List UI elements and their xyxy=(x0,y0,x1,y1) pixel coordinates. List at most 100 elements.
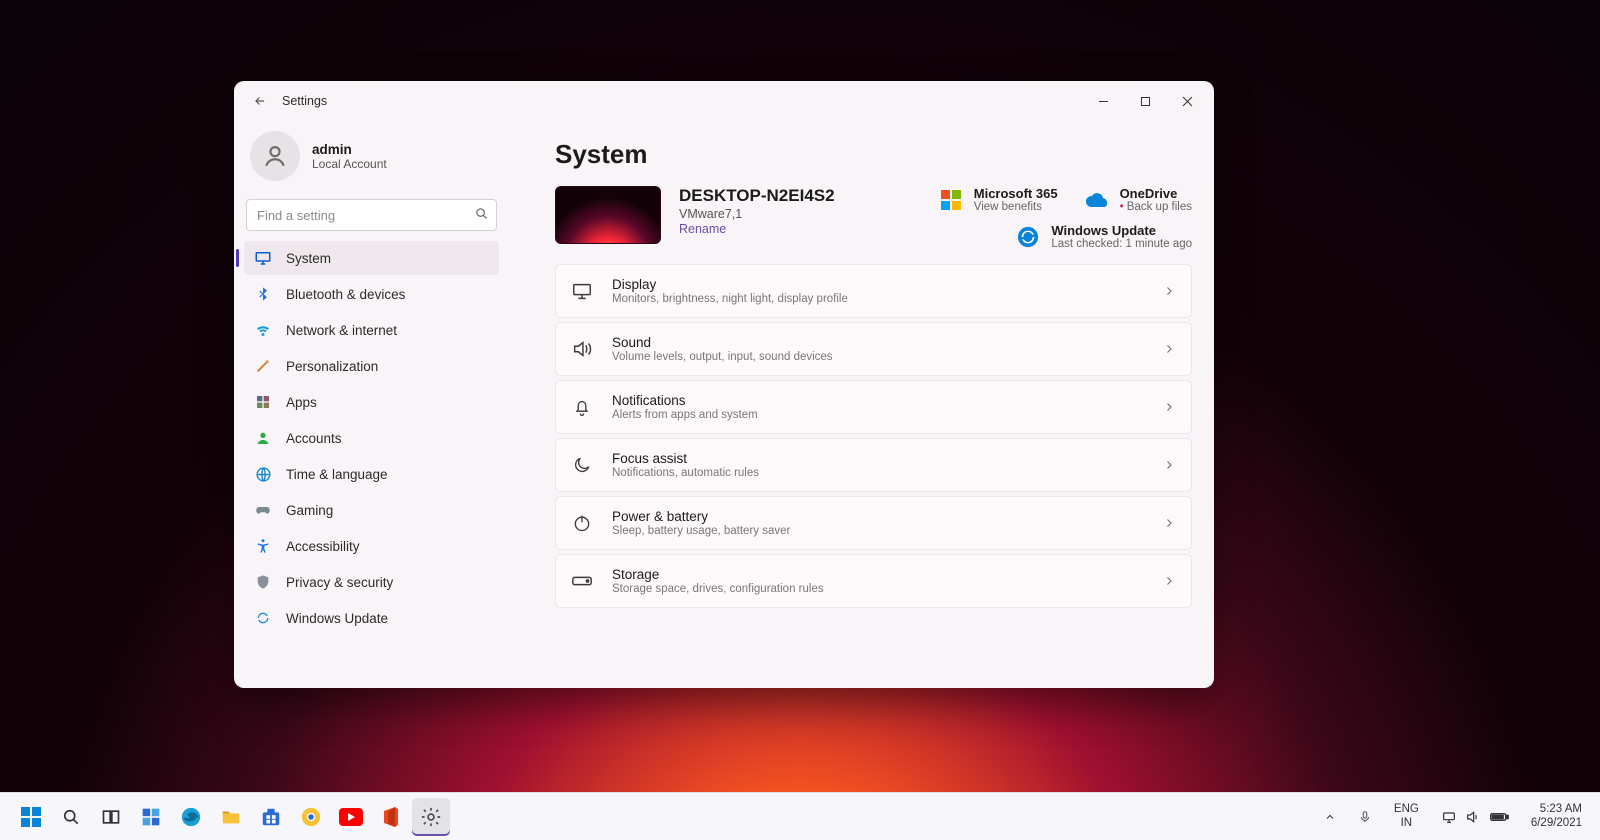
start-button[interactable] xyxy=(12,798,50,836)
sync-circle-icon xyxy=(1015,224,1041,250)
promo-windows-update[interactable]: Windows Update Last checked: 1 minute ag… xyxy=(1015,223,1192,250)
nav-network-internet[interactable]: Network & internet xyxy=(244,313,499,347)
nav-label: Accounts xyxy=(286,431,342,446)
nav-label: Accessibility xyxy=(286,539,360,554)
card-sub: Notifications, automatic rules xyxy=(612,467,1145,479)
task-view-icon xyxy=(101,807,121,827)
window-controls xyxy=(1082,85,1208,117)
rename-link[interactable]: Rename xyxy=(679,222,835,236)
settings-taskbar-button[interactable] xyxy=(412,798,450,836)
magnifier-icon xyxy=(61,807,81,827)
wifi-icon xyxy=(254,321,272,339)
promo-title: OneDrive xyxy=(1120,186,1192,201)
youtube-button[interactable] xyxy=(332,798,370,836)
nav-apps[interactable]: Apps xyxy=(244,385,499,419)
folder-icon xyxy=(220,806,242,828)
card-sound[interactable]: Sound Volume levels, output, input, soun… xyxy=(555,322,1192,376)
onedrive-icon xyxy=(1084,187,1110,213)
card-sub: Sleep, battery usage, battery saver xyxy=(612,525,1145,537)
card-storage[interactable]: Storage Storage space, drives, configura… xyxy=(555,554,1192,608)
apps-icon xyxy=(254,393,272,411)
device-name: DESKTOP-N2EI4S2 xyxy=(679,186,835,206)
back-button[interactable] xyxy=(248,89,272,113)
nav-label: Apps xyxy=(286,395,317,410)
taskbar-pinned xyxy=(0,798,1600,836)
promo-sub: • Back up files xyxy=(1120,201,1192,213)
windows-logo-icon xyxy=(20,806,42,828)
chrome-canary-icon xyxy=(300,806,322,828)
card-title: Storage xyxy=(612,567,1145,582)
store-icon xyxy=(260,806,282,828)
nav-personalization[interactable]: Personalization xyxy=(244,349,499,383)
person-icon xyxy=(262,143,288,169)
chevron-right-icon xyxy=(1163,517,1175,529)
file-explorer-button[interactable] xyxy=(212,798,250,836)
chevron-right-icon xyxy=(1163,285,1175,297)
chrome-canary-button[interactable] xyxy=(292,798,330,836)
card-notifications[interactable]: Notifications Alerts from apps and syste… xyxy=(555,380,1192,434)
nav-accessibility[interactable]: Accessibility xyxy=(244,529,499,563)
sidebar: admin Local Account System Bluetooth & d… xyxy=(234,121,509,688)
nav-label: Windows Update xyxy=(286,611,388,626)
globe-clock-icon xyxy=(254,465,272,483)
card-power-battery[interactable]: Power & battery Sleep, battery usage, ba… xyxy=(555,496,1192,550)
microsoft-store-button[interactable] xyxy=(252,798,290,836)
shield-icon xyxy=(254,573,272,591)
card-title: Sound xyxy=(612,335,1145,350)
card-focus-assist[interactable]: Focus assist Notifications, automatic ru… xyxy=(555,438,1192,492)
card-sub: Volume levels, output, input, sound devi… xyxy=(612,351,1145,363)
nav-label: System xyxy=(286,251,331,266)
card-title: Notifications xyxy=(612,393,1145,408)
search-button[interactable] xyxy=(52,798,90,836)
close-button[interactable] xyxy=(1166,85,1208,117)
page-title: System xyxy=(555,139,1192,170)
sound-icon xyxy=(570,337,594,361)
arrow-left-icon xyxy=(253,94,267,108)
chevron-right-icon xyxy=(1163,343,1175,355)
nav-privacy-security[interactable]: Privacy & security xyxy=(244,565,499,599)
nav-windows-update[interactable]: Windows Update xyxy=(244,601,499,635)
office-button[interactable] xyxy=(372,798,410,836)
nav-label: Privacy & security xyxy=(286,575,393,590)
moon-icon xyxy=(570,453,594,477)
card-display[interactable]: Display Monitors, brightness, night ligh… xyxy=(555,264,1192,318)
search-input[interactable] xyxy=(246,199,497,231)
sync-icon xyxy=(254,609,272,627)
chevron-right-icon xyxy=(1163,459,1175,471)
gear-icon xyxy=(420,806,442,828)
main: System DESKTOP-N2EI4S2 VMware7,1 Rename xyxy=(509,121,1214,688)
nav-label: Bluetooth & devices xyxy=(286,287,405,302)
youtube-icon xyxy=(339,808,363,826)
nav-label: Network & internet xyxy=(286,323,397,338)
promo-sub: View benefits xyxy=(974,201,1058,213)
nav-gaming[interactable]: Gaming xyxy=(244,493,499,527)
widgets-button[interactable] xyxy=(132,798,170,836)
card-sub: Monitors, brightness, night light, displ… xyxy=(612,293,1145,305)
nav-bluetooth-devices[interactable]: Bluetooth & devices xyxy=(244,277,499,311)
maximize-button[interactable] xyxy=(1124,85,1166,117)
bell-icon xyxy=(570,395,594,419)
promo-microsoft-365[interactable]: Microsoft 365 View benefits xyxy=(938,186,1058,213)
settings-window: Settings admin Local Account xyxy=(234,81,1214,688)
card-sub: Alerts from apps and system xyxy=(612,409,1145,421)
user-account-type: Local Account xyxy=(312,157,387,171)
user-block[interactable]: admin Local Account xyxy=(244,121,499,195)
nav-label: Gaming xyxy=(286,503,333,518)
power-icon xyxy=(570,511,594,535)
chevron-right-icon xyxy=(1163,575,1175,587)
nav-system[interactable]: System xyxy=(244,241,499,275)
minimize-button[interactable] xyxy=(1082,85,1124,117)
edge-button[interactable] xyxy=(172,798,210,836)
promo-title: Windows Update xyxy=(1051,223,1192,238)
titlebar: Settings xyxy=(234,81,1214,121)
device-model: VMware7,1 xyxy=(679,207,835,221)
task-view-button[interactable] xyxy=(92,798,130,836)
office-icon xyxy=(381,806,401,828)
edge-icon xyxy=(180,806,202,828)
device-header: DESKTOP-N2EI4S2 VMware7,1 Rename Microso… xyxy=(555,186,1192,250)
settings-card-list: Display Monitors, brightness, night ligh… xyxy=(555,264,1192,608)
person-green-icon xyxy=(254,429,272,447)
promo-onedrive[interactable]: OneDrive • Back up files xyxy=(1084,186,1192,213)
nav-accounts[interactable]: Accounts xyxy=(244,421,499,455)
nav-time-language[interactable]: Time & language xyxy=(244,457,499,491)
